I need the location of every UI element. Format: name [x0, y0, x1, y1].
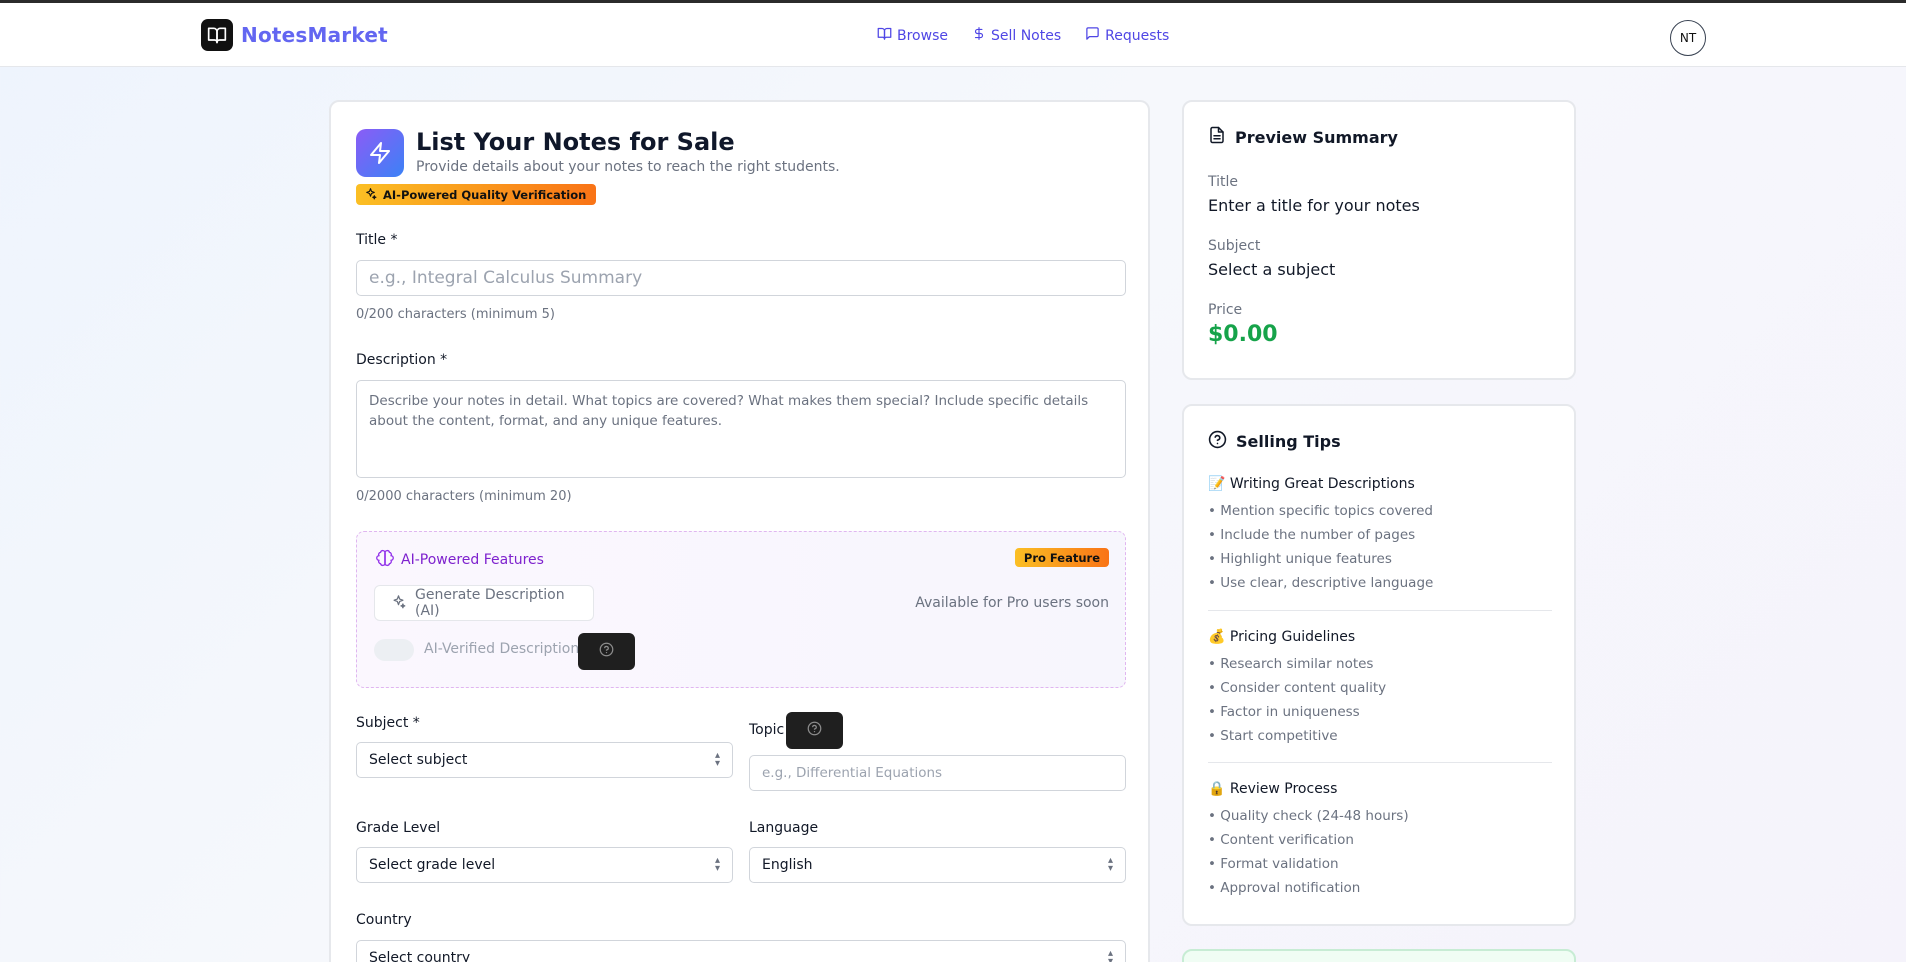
preview-subject-label: Subject — [1208, 238, 1261, 254]
help-circle-icon — [599, 642, 614, 661]
nav-browse[interactable]: Browse — [877, 26, 948, 45]
grade-level-select[interactable]: Select grade level ▴ ▾ — [356, 847, 733, 883]
tip-section-title: 🔒 Review Process — [1208, 781, 1338, 797]
brand-name: NotesMarket — [241, 23, 388, 47]
chevron-updown-icon: ▴ ▾ — [714, 750, 720, 769]
tip-item: • Research similar notes — [1208, 656, 1374, 672]
list-notes-form-card: List Your Notes for Sale Provide details… — [329, 100, 1150, 962]
preview-summary-title: Preview Summary — [1235, 127, 1398, 147]
title-input[interactable]: e.g., Integral Calculus Summary — [356, 260, 1126, 296]
selling-tips-heading: Selling Tips — [1208, 430, 1341, 453]
country-label: Country — [356, 912, 412, 928]
language-label: Language — [749, 820, 819, 836]
nav-browse-label: Browse — [897, 27, 948, 44]
tip-item: • Quality check (24-48 hours) — [1208, 808, 1409, 824]
lightning-icon — [356, 129, 404, 177]
selling-tips-card: Selling Tips 📝 Writing Great Description… — [1182, 404, 1576, 926]
top-navbar: NotesMarket Browse Sell Notes Requests N… — [0, 3, 1906, 67]
description-textarea[interactable]: Describe your notes in detail. What topi… — [356, 380, 1126, 478]
grade-level-label: Grade Level — [356, 820, 441, 836]
country-select[interactable]: Select country ▴ ▾ — [356, 940, 1126, 962]
generate-description-button[interactable]: Generate Description (AI) — [374, 585, 594, 621]
language-select-value: English — [762, 857, 813, 873]
tip-item: • Include the number of pages — [1208, 527, 1416, 543]
ai-features-panel: AI-Powered Features Pro Feature Generate… — [356, 531, 1126, 688]
book-icon — [877, 26, 892, 45]
title-label: Title * — [356, 232, 398, 248]
nav-sell-notes[interactable]: Sell Notes — [972, 26, 1061, 45]
help-circle-icon — [807, 721, 822, 740]
tip-item: • Content verification — [1208, 832, 1354, 848]
tip-item: • Format validation — [1208, 856, 1339, 872]
page-title: List Your Notes for Sale — [416, 128, 735, 156]
ai-verified-help-button[interactable] — [578, 633, 635, 670]
help-circle-icon — [1208, 430, 1227, 453]
title-char-count: 0/200 characters (minimum 5) — [356, 307, 555, 322]
divider — [1208, 762, 1552, 763]
tip-item: • Highlight unique features — [1208, 551, 1392, 567]
preview-summary-heading: Preview Summary — [1208, 126, 1398, 148]
country-select-value: Select country — [369, 950, 471, 962]
chevron-updown-icon: ▴ ▾ — [714, 855, 720, 874]
sparkles-icon — [391, 594, 406, 613]
tip-item: • Start competitive — [1208, 728, 1338, 744]
nav-sell-notes-label: Sell Notes — [990, 27, 1062, 44]
divider — [1208, 610, 1552, 611]
dollar-icon — [972, 26, 986, 45]
tip-item: • Consider content quality — [1208, 680, 1387, 696]
chevron-updown-icon: ▴ ▾ — [1107, 855, 1113, 874]
subject-select[interactable]: Select subject ▴ ▾ — [356, 742, 733, 778]
ai-verification-badge: AI-Powered Quality Verification — [356, 184, 597, 205]
brand-link[interactable]: NotesMarket — [201, 19, 388, 51]
subject-label: Subject * — [356, 715, 420, 731]
selling-tips-title: Selling Tips — [1236, 432, 1341, 451]
pro-availability-note: Available for Pro users soon — [915, 595, 1109, 611]
message-icon — [1085, 26, 1100, 45]
ai-verified-label: AI-Verified Description — [424, 641, 580, 657]
nav-requests-label: Requests — [1105, 27, 1170, 44]
grade-level-select-value: Select grade level — [369, 857, 496, 873]
preview-price-label: Price — [1208, 302, 1243, 318]
description-char-count: 0/2000 characters (minimum 20) — [356, 489, 572, 504]
tip-item: • Use clear, descriptive language — [1208, 575, 1434, 591]
tip-item: • Approval notification — [1208, 880, 1361, 896]
main-nav: Browse Sell Notes Requests — [877, 26, 1169, 45]
pro-feature-badge: Pro Feature — [1014, 548, 1109, 567]
ai-verified-toggle[interactable] — [374, 639, 414, 661]
topic-label: Topic — [749, 722, 785, 738]
subject-select-value: Select subject — [369, 752, 468, 768]
user-avatar[interactable]: NT — [1670, 20, 1706, 56]
ai-verification-badge-label: AI-Powered Quality Verification — [383, 187, 587, 202]
tip-section-title: 💰 Pricing Guidelines — [1208, 629, 1356, 645]
ai-features-title: AI-Powered Features — [401, 552, 544, 568]
tip-item: • Factor in uniqueness — [1208, 704, 1360, 720]
page-subtitle: Provide details about your notes to reac… — [416, 159, 840, 175]
ai-features-heading: AI-Powered Features — [376, 549, 544, 571]
tip-section-title: 📝 Writing Great Descriptions — [1208, 476, 1415, 492]
file-text-icon — [1208, 126, 1226, 148]
tip-section-review: 🔒 Review Process • Quality check (24-48 … — [1208, 781, 1552, 900]
preview-title-value: Enter a title for your notes — [1208, 196, 1420, 215]
preview-subject-value: Select a subject — [1208, 260, 1336, 279]
preview-title-label: Title — [1208, 174, 1239, 190]
preview-summary-card: Preview Summary Title Enter a title for … — [1182, 100, 1576, 380]
language-select[interactable]: English ▴ ▾ — [749, 847, 1126, 883]
topic-input[interactable]: e.g., Differential Equations — [749, 755, 1126, 791]
preview-price-value: $0.00 — [1208, 322, 1278, 347]
generate-description-label: Generate Description (AI) — [415, 587, 565, 619]
tip-section-descriptions: 📝 Writing Great Descriptions • Mention s… — [1208, 476, 1552, 595]
chevron-updown-icon: ▴ ▾ — [1107, 948, 1113, 962]
sparkles-icon — [364, 187, 377, 203]
topic-help-button[interactable] — [786, 712, 843, 749]
tip-item: • Mention specific topics covered — [1208, 503, 1433, 519]
tip-section-pricing: 💰 Pricing Guidelines • Research similar … — [1208, 629, 1552, 748]
next-sidebar-card — [1182, 949, 1576, 962]
brain-icon — [376, 549, 394, 571]
nav-requests[interactable]: Requests — [1085, 26, 1169, 45]
book-open-icon — [201, 19, 233, 51]
description-label: Description * — [356, 352, 448, 368]
